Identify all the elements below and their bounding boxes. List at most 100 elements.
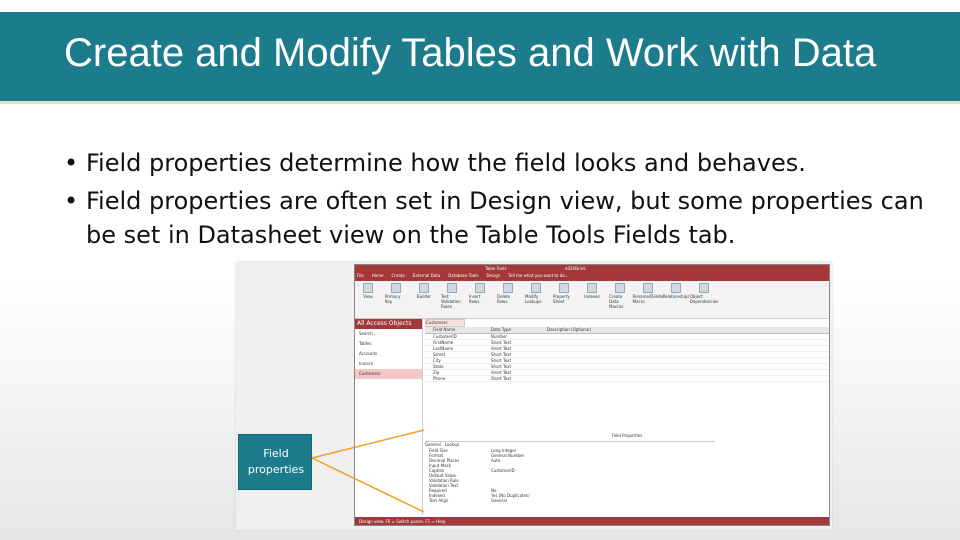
- property-row[interactable]: Text Align General: [425, 498, 715, 503]
- field-name-cell[interactable]: LastName: [425, 346, 491, 351]
- field-properties-callout: Field properties: [238, 434, 312, 490]
- grid-header: Field Name Data Type Description (Option…: [425, 327, 829, 334]
- relationships-icon: [671, 283, 681, 293]
- builder-button[interactable]: Builder: [413, 283, 435, 309]
- design-grid: Customers Field Name Data Type Descripti…: [425, 319, 829, 431]
- insert-rows-icon: [475, 283, 485, 293]
- nav-header-label: All Access Objects: [357, 320, 412, 327]
- data-type-cell[interactable]: Short Text: [491, 340, 547, 345]
- bullet-text: Field properties are often set in Design…: [86, 187, 924, 249]
- delete-rows-icon: [503, 283, 513, 293]
- view-button[interactable]: View: [357, 283, 379, 309]
- nav-search[interactable]: Search...: [355, 329, 422, 339]
- delete-rows-label: Delete Rows: [497, 294, 511, 304]
- nav-section-tables[interactable]: Tables: [355, 339, 422, 349]
- callout-line1: Field: [263, 447, 289, 460]
- field-name-cell[interactable]: City: [425, 358, 491, 363]
- slide-title: Create and Modify Tables and Work with D…: [64, 31, 877, 75]
- primary-key-label: Primary Key: [385, 294, 401, 304]
- tab-file[interactable]: File: [357, 273, 364, 281]
- data-type-cell[interactable]: Number: [491, 334, 547, 339]
- dependencies-icon: [699, 283, 709, 293]
- tell-me-box[interactable]: Tell me what you want to do...: [508, 273, 568, 281]
- data-type-cell[interactable]: Short Text: [491, 346, 547, 351]
- table-row[interactable]: Phone Short Text: [425, 376, 829, 382]
- nav-item-accounts[interactable]: Accounts: [355, 349, 422, 359]
- bullet-list: • Field properties determine how the fie…: [64, 146, 924, 256]
- tab-external-data[interactable]: External Data: [413, 273, 440, 281]
- bullet-dot-icon: •: [64, 149, 79, 177]
- col-field-name: Field Name: [433, 327, 456, 332]
- field-properties-pane: General Lookup Field Size Long Integer For…: [425, 441, 715, 515]
- rename-macro-icon: [643, 283, 653, 293]
- nav-item-invoice[interactable]: Invoice: [355, 359, 422, 369]
- relationships-button[interactable]: Relationships: [662, 283, 690, 309]
- data-type-cell[interactable]: Short Text: [491, 358, 547, 363]
- delete-rows-button[interactable]: Delete Rows: [497, 283, 519, 309]
- window-title: a02ABrink: [565, 266, 586, 271]
- col-description: Description (Optional): [547, 327, 592, 332]
- tab-design[interactable]: Design: [486, 273, 500, 281]
- data-type-cell[interactable]: Short Text: [491, 352, 547, 357]
- field-name-cell[interactable]: Phone: [425, 376, 491, 381]
- create-data-macros-button[interactable]: Create Data Macros: [609, 283, 631, 309]
- test-validation-label: Test Validation Rules: [441, 294, 461, 309]
- callout-line2: properties: [247, 463, 305, 476]
- data-type-cell[interactable]: Short Text: [491, 364, 547, 369]
- rename-delete-macro-button[interactable]: Rename/Delete Macro: [633, 283, 663, 309]
- tab-home[interactable]: Home: [372, 273, 384, 281]
- nav-item-customers[interactable]: Customers: [355, 369, 422, 379]
- field-name-cell[interactable]: Zip: [425, 370, 491, 375]
- insert-rows-label: Insert Rows: [469, 294, 481, 304]
- validation-icon: [447, 283, 457, 293]
- ribbon-tabs: File Home Create External Data Database …: [355, 273, 829, 281]
- indexes-button[interactable]: Indexes: [581, 283, 603, 309]
- col-data-type: Data Type: [491, 327, 512, 332]
- bullet-item: • Field properties determine how the fie…: [64, 146, 924, 180]
- bullet-item: • Field properties are often set in Desi…: [64, 184, 924, 252]
- property-rows: Field Size Long Integer Format General Numb…: [425, 448, 715, 503]
- property-sheet-label: Property Sheet: [553, 294, 570, 304]
- indexes-icon: [587, 283, 597, 293]
- context-tab-label: Table Tools: [485, 266, 507, 271]
- field-name-cell[interactable]: CustomerID: [425, 334, 491, 339]
- key-icon: [391, 283, 401, 293]
- tab-database-tools[interactable]: Database Tools: [448, 273, 478, 281]
- field-properties-label: Field Properties: [425, 433, 829, 441]
- bullet-dot-icon: •: [64, 187, 79, 215]
- table-tab[interactable]: Customers: [425, 319, 465, 327]
- nav-header[interactable]: All Access Objects: [355, 319, 422, 329]
- callout-label: Field properties: [239, 446, 313, 478]
- grid-rows: CustomerID Number FirstName Short Text LastN…: [425, 334, 829, 382]
- status-bar: Design view. F6 = Switch panes. F1 = Hel…: [355, 517, 829, 525]
- access-screenshot: Table Tools a02ABrink File Home Create E…: [236, 262, 832, 530]
- rename-delete-macro-label: Rename/Delete Macro: [632, 294, 664, 304]
- primary-key-button[interactable]: Primary Key: [385, 283, 407, 309]
- view-icon: [363, 283, 373, 293]
- indexes-label: Indexes: [584, 294, 600, 299]
- modify-lookups-button[interactable]: Modify Lookups: [525, 283, 547, 309]
- access-window: Table Tools a02ABrink File Home Create E…: [354, 264, 830, 526]
- lookup-icon: [531, 283, 541, 293]
- relationships-label: Relationships: [662, 294, 690, 299]
- test-validation-button[interactable]: Test Validation Rules: [441, 283, 463, 309]
- window-title-bar: Table Tools a02ABrink: [355, 265, 829, 273]
- modify-lookups-label: Modify Lookups: [525, 294, 542, 304]
- property-value[interactable]: General: [491, 498, 715, 503]
- navigation-pane: All Access Objects Search... Tables Acco…: [355, 319, 423, 515]
- property-sheet-button[interactable]: Property Sheet: [553, 283, 575, 309]
- builder-icon: [419, 283, 429, 293]
- builder-label: Builder: [416, 294, 432, 299]
- object-dependencies-label: Object Dependencies: [689, 294, 719, 304]
- view-label: View: [363, 294, 373, 299]
- field-name-cell[interactable]: State: [425, 364, 491, 369]
- tab-create[interactable]: Create: [392, 273, 405, 281]
- field-name-cell[interactable]: Street: [425, 352, 491, 357]
- ribbon: View Primary Key Builder Test Validation…: [355, 281, 829, 319]
- insert-rows-button[interactable]: Insert Rows: [469, 283, 491, 309]
- field-name-cell[interactable]: FirstName: [425, 340, 491, 345]
- bullet-text: Field properties determine how the field…: [86, 149, 806, 177]
- data-type-cell[interactable]: Short Text: [491, 370, 547, 375]
- data-type-cell[interactable]: Short Text: [491, 376, 547, 381]
- object-dependencies-button[interactable]: Object Dependencies: [689, 283, 719, 309]
